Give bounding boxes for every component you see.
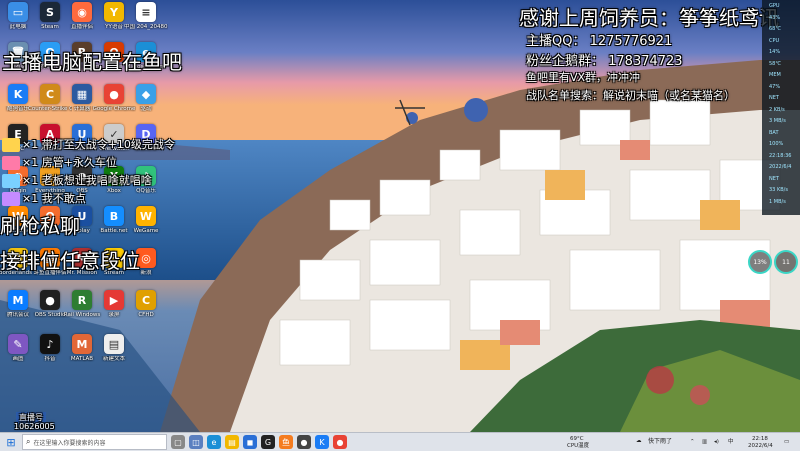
weather-text[interactable]: 快下雨了 (648, 439, 672, 445)
desktop-icon[interactable]: ◆ 驱动 (124, 84, 168, 128)
gift-icon (2, 174, 20, 188)
desktop-icon[interactable]: C CFHD (124, 290, 168, 334)
tray-chevron-icon[interactable]: ⌃ (690, 439, 695, 445)
volume-icon[interactable]: ◂) (714, 439, 719, 445)
monitor-row: CPU (769, 37, 780, 44)
monitor-row: GPU (769, 3, 780, 9)
app-icon: R (72, 290, 92, 310)
taskbar-search-box[interactable]: ⌕ 在这里输入你要搜索的内容 (22, 434, 167, 450)
app-icon: ✎ (8, 334, 28, 354)
clock-time[interactable]: 22:18 (752, 436, 768, 442)
app-icon: M (72, 334, 92, 354)
app-icon: ◉ (72, 2, 92, 22)
app-icon: ▶ (104, 290, 124, 310)
brush-gun-notice: 刷枪私聊 (0, 214, 80, 238)
monitor-row: 47% (769, 83, 781, 90)
gift-line-2: ×1 房管+永久车位 (22, 156, 117, 169)
app-icon: B (104, 206, 124, 226)
monitor-row: NET (769, 95, 779, 101)
monitor-row: 14% (769, 49, 781, 55)
desktop-icon[interactable]: ▤ 新建文本 (92, 334, 136, 378)
app-icon: ◆ (136, 84, 156, 104)
app-icon: ▭ (8, 2, 28, 22)
desktop-icon-label: CFHD (138, 312, 154, 318)
app-icon: W (136, 206, 156, 226)
app-icon: K (8, 84, 28, 104)
chrome-icon[interactable]: ● (333, 435, 347, 449)
monitor-row: 2 KB/s (769, 106, 785, 113)
rank-service-notice: 接排位任意段位 (0, 249, 140, 273)
team-notice-text: 战队名单搜索：解说初末喵（或名某猫名） (526, 89, 735, 102)
edge-icon[interactable]: e (207, 435, 221, 449)
monitor-row: MEM (769, 72, 781, 78)
monitor-row: 33 KB/s (769, 187, 788, 193)
app-icon: ● (104, 84, 124, 104)
app-icon: ♪ (40, 334, 60, 354)
network-icon[interactable]: ▥ (702, 439, 707, 445)
obs-icon[interactable]: ● (297, 435, 311, 449)
file-explorer-icon[interactable]: ▤ (225, 435, 239, 449)
monitor-row: 22:18:36 (769, 152, 792, 159)
cpu-temp-label: CPU温度 (567, 443, 590, 449)
weather-icon: ☁ (636, 438, 642, 444)
gift-line-1: ×1 带打至大战令+10级完战令 (22, 138, 175, 151)
widgets-icon[interactable]: ◫ (189, 435, 203, 449)
clock-date[interactable]: 2022/6/4 (748, 443, 773, 449)
cpu-usage-circle: 13% (748, 250, 772, 274)
desktop-icon-label: 驱动 (140, 106, 152, 112)
desktop-icon-label: WeGame (133, 228, 159, 234)
app-icon: ▤ (104, 334, 124, 354)
monitor-row: NET (769, 175, 779, 182)
windows-icon: ⊞ (6, 435, 16, 449)
desktop-icon[interactable]: ≡ 中国 204_20480... (124, 2, 168, 46)
gift-icon (2, 156, 20, 170)
taskbar: ⊞ ⌕ 在这里输入你要搜索的内容 ▢ ◫ e ▤ ◼ G 鱼 ● K ● 69°… (0, 432, 800, 451)
app-icon: C (136, 290, 156, 310)
desktop-icon-label: 中国 204_20480... (124, 24, 168, 30)
ime-icon[interactable]: 中 (728, 439, 734, 445)
app-icon: ≡ (136, 2, 156, 22)
start-button[interactable]: ⊞ (0, 433, 22, 451)
monitor-row: 100% (769, 141, 784, 147)
corner-id: 10626005 (14, 422, 55, 431)
thanks-banner: 感谢上周饲养员：筝筝纸鸢讯 (519, 6, 779, 30)
monitor-row: 3 MB/s (769, 118, 786, 124)
monitor-row: 2022/6/4 (769, 164, 792, 170)
fan-group-text: 粉丝企鹅群： 178374723 (526, 54, 683, 69)
notification-icon[interactable]: ▭ (784, 439, 789, 445)
app-icon: S (40, 2, 60, 22)
app-icon: ● (40, 290, 60, 310)
vx-group-text: 鱼吧里有VX群，冲冲冲 (526, 71, 641, 84)
app-icon: M (8, 290, 28, 310)
app-icon: Y (104, 2, 124, 22)
douyu-icon[interactable]: 鱼 (279, 435, 293, 449)
search-icon: ⌕ (26, 437, 31, 446)
monitor-row: BAT (769, 129, 779, 136)
app-icon: ▦ (72, 84, 92, 104)
search-placeholder: 在这里输入你要搜索的内容 (33, 439, 106, 447)
anchor-qq-text: 主播QQ： 1275776921 (526, 34, 673, 49)
hardware-monitor-widget: GPU 43% 68℃ CPU 14% 58℃ MEM 47% NET 2 KB/s 3 MB/s B… (762, 0, 800, 215)
desktop-icon[interactable]: W WeGame (124, 206, 168, 250)
gift-icon (2, 138, 20, 152)
pc-config-notice: 主播电脑配置在鱼吧 (2, 50, 182, 74)
fps-circle: 11 (774, 250, 798, 274)
monitor-row: 58℃ (769, 60, 781, 67)
desktop-icon-label: QQ音乐 (136, 188, 156, 194)
desktop-icon-label: 新建文本 (102, 356, 125, 362)
store-icon[interactable]: ◼ (243, 435, 257, 449)
app-icon: C (40, 84, 60, 104)
gift-line-3: ×1 老板想让我唱啥就唱啥 (22, 174, 152, 187)
monitor-row: 68℃ (769, 26, 781, 32)
desktop-wallpaper: ▭ 此电脑 S Steam ◉ 直播伴侣 Y YY语音 ≡ 中国 204_20480... 🗑 回收站… (0, 0, 800, 432)
cpu-temp: 69°C (570, 436, 584, 442)
monitor-row: 1 MB/s (769, 198, 786, 205)
kugou-icon[interactable]: K (315, 435, 329, 449)
monitor-row: 43% (769, 14, 781, 21)
gift-icon (2, 192, 20, 206)
task-view-icon[interactable]: ▢ (171, 435, 185, 449)
gift-line-4: ×1 我不敢点 (22, 192, 86, 205)
app-g-icon[interactable]: G (261, 435, 275, 449)
